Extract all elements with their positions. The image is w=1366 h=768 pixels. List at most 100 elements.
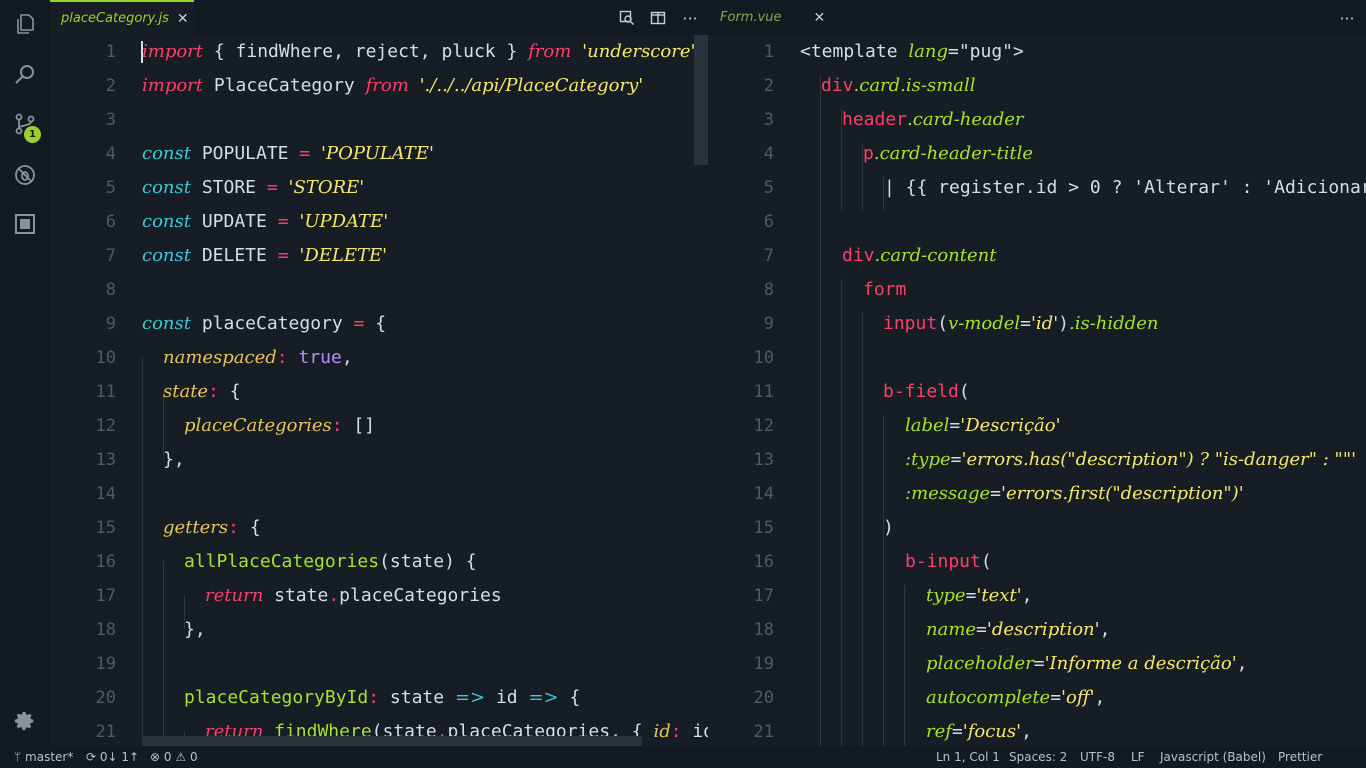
open-changes-icon[interactable] — [618, 9, 636, 27]
left-editor[interactable]: 1 import { findWhere, reject, pluck } fro… — [50, 35, 708, 746]
line-number: 19 — [95, 654, 116, 674]
code-token: .card-header-title — [873, 143, 1034, 164]
code-token: { — [218, 381, 241, 402]
line-number: 17 — [753, 586, 774, 606]
more-actions-icon[interactable]: ··· — [1338, 9, 1356, 28]
explorer-icon[interactable] — [13, 12, 37, 36]
left-tab-bar: placeCategory.js ✕ ··· — [50, 0, 708, 35]
line-number: 18 — [95, 620, 116, 640]
code-token: = — [950, 449, 962, 470]
settings-gear-icon[interactable] — [13, 709, 37, 733]
search-icon[interactable] — [13, 62, 37, 86]
branch-indicator[interactable]: ᛘ master* — [14, 746, 73, 768]
code-token: 'STORE' — [288, 177, 365, 198]
code-token: id — [692, 721, 708, 742]
code-token: }, — [163, 449, 185, 470]
indent-guide — [142, 357, 143, 746]
line-number: 1 — [105, 42, 116, 62]
code-token: .card-content — [874, 245, 997, 266]
code-token: ) — [883, 517, 894, 538]
code-token: . — [328, 585, 340, 606]
line-number: 6 — [763, 212, 774, 232]
code-token: POPULATE — [190, 143, 300, 164]
line-number: 15 — [753, 518, 774, 538]
code-token: return — [205, 585, 264, 606]
code-token: lang — [908, 41, 948, 62]
line-number: 21 — [95, 722, 116, 742]
code-token: v-model — [948, 313, 1021, 334]
indentation[interactable]: Spaces: 2 — [1009, 746, 1067, 768]
code-token: "pug" — [958, 41, 1014, 62]
formatter[interactable]: Prettier — [1278, 746, 1322, 768]
line-number: 21 — [753, 722, 774, 742]
code-token: from — [365, 75, 409, 96]
code-token: header — [842, 109, 908, 130]
line-number: 6 — [105, 212, 116, 232]
close-icon[interactable]: ✕ — [177, 11, 189, 27]
end-of-line[interactable]: LF — [1131, 746, 1145, 768]
close-icon[interactable]: ✕ — [814, 10, 826, 26]
code-token: 'errors.first("description")' — [1001, 483, 1244, 504]
code-token: b-field — [883, 381, 959, 402]
sync-counts: 0↓ 1↑ — [99, 750, 140, 764]
tab-form-vue[interactable]: Form.vue ✕ — [708, 0, 828, 35]
code-token: state — [163, 381, 209, 402]
code-token: = — [266, 177, 278, 198]
code-token: import — [142, 75, 204, 96]
line-number: 4 — [105, 144, 116, 164]
more-actions-icon[interactable]: ··· — [681, 9, 699, 28]
code-token: allPlaceCategories — [184, 551, 380, 572]
code-token: div — [821, 75, 854, 96]
error-icon: ⊗ — [150, 750, 161, 764]
language-mode[interactable]: Javascript (Babel) — [1160, 746, 1266, 768]
line-number: 14 — [95, 484, 116, 504]
code-token: const — [142, 313, 191, 334]
right-editor[interactable]: 1 <template lang="pug"> 2 div.card.is-smal… — [708, 35, 1366, 746]
warning-icon: ⚠ — [175, 750, 187, 764]
code-token: , — [1021, 721, 1032, 742]
code-token: : — [208, 381, 219, 402]
sync-indicator[interactable]: ⟳ 0↓ 1↑ — [86, 746, 139, 768]
line-number: 13 — [95, 450, 116, 470]
code-token: ref — [926, 721, 952, 742]
code-token: :message — [905, 483, 991, 504]
status-bar: ᛘ master* ⟳ 0↓ 1↑ ⊗ 0 ⚠ 0 Ln 1, Col 1 Sp… — [0, 746, 1366, 768]
line-number: 17 — [95, 586, 116, 606]
encoding[interactable]: UTF-8 — [1080, 746, 1115, 768]
code-token: 'description' — [986, 619, 1100, 640]
cursor-position[interactable]: Ln 1, Col 1 — [936, 746, 1000, 768]
extensions-icon[interactable] — [13, 212, 37, 236]
code-token: import — [142, 41, 204, 62]
code-token: : — [331, 415, 343, 436]
code-token: > — [1013, 41, 1024, 62]
code-token: .card-header — [907, 109, 1024, 130]
code-token: = — [949, 415, 961, 436]
split-editor-icon[interactable] — [649, 9, 667, 27]
indent-guide — [820, 75, 821, 746]
horizontal-scrollbar[interactable] — [142, 736, 642, 746]
code-token: { — [364, 313, 387, 334]
code-token: ) — [1058, 313, 1069, 334]
problems-indicator[interactable]: ⊗ 0 ⚠ 0 — [150, 746, 198, 768]
branch-icon: ᛘ — [14, 750, 22, 764]
code-token: <template — [800, 41, 909, 62]
line-number: 3 — [105, 110, 116, 130]
code-token: id — [653, 721, 671, 742]
code-token: state — [379, 687, 455, 708]
line-number: 19 — [753, 654, 774, 674]
source-control-badge: 1 — [24, 126, 41, 143]
debug-icon[interactable] — [13, 163, 37, 187]
line-number: 11 — [753, 382, 774, 402]
code-token: './../../api/PlaceCategory' — [419, 75, 644, 96]
code-token: = — [353, 313, 365, 334]
tab-placecategory-js[interactable]: placeCategory.js ✕ — [50, 0, 194, 35]
code-token: label — [905, 415, 950, 436]
code-token: input — [883, 313, 938, 334]
code-token: 'Informe a descrição' — [1044, 653, 1237, 674]
code-token: 'DELETE' — [299, 245, 388, 266]
vertical-scrollbar[interactable] — [694, 35, 708, 165]
code-token: = — [951, 721, 963, 742]
code-token: = — [277, 245, 289, 266]
line-number: 1 — [763, 42, 774, 62]
code-token: 'id' — [1030, 313, 1059, 334]
